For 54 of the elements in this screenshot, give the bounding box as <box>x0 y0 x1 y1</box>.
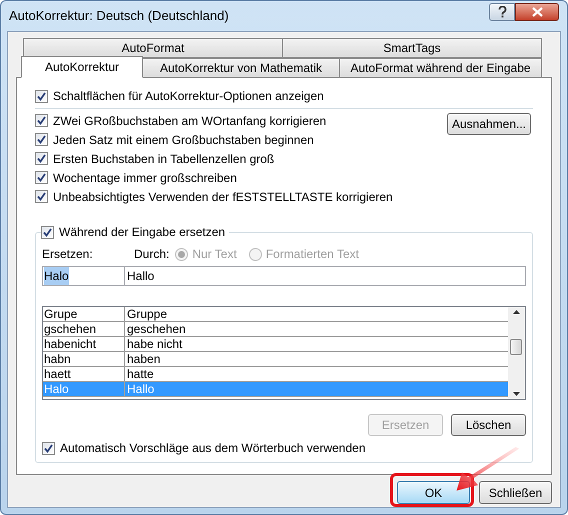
tab[interactable]: AutoFormat <box>23 38 283 58</box>
list-row[interactable]: gschehen geschehen <box>43 322 508 337</box>
checkbox[interactable] <box>35 171 48 184</box>
list-row[interactable]: habenicht habe nicht <box>43 337 508 352</box>
table-cell: haett <box>43 367 125 381</box>
table-cell-text: Gruppe <box>126 307 168 321</box>
close-dialog-button[interactable]: Schließen <box>479 481 552 504</box>
checkbox-label: ZWei GRoßbuchstaben am WOrtanfang korrigieren <box>53 112 326 130</box>
checkbox[interactable] <box>42 442 55 454</box>
list-row[interactable]: Grupe Gruppe <box>43 307 508 322</box>
ok-button[interactable]: OK <box>397 481 470 504</box>
tab[interactable]: AutoFormat während der Eingabe <box>339 58 542 78</box>
table-cell: Grupe <box>43 307 125 321</box>
checkbox[interactable] <box>35 114 48 127</box>
checkbox[interactable] <box>35 152 48 165</box>
scroll-thumb[interactable] <box>510 339 522 355</box>
window-title: AutoKorrektur: Deutsch (Deutschland) <box>9 7 229 26</box>
tab[interactable]: AutoKorrektur von Mathematik <box>142 58 340 78</box>
checkbox-label: Unbeabsichtigtes Verwenden der fESTSTELLTASTE korrigieren <box>53 188 393 206</box>
checkbox-label: Jeden Satz mit einem Großbuchstaben beginnen <box>53 132 314 148</box>
field-label: Ersetzen: <box>42 246 94 263</box>
list-row[interactable]: habn haben <box>43 352 508 367</box>
tab[interactable]: AutoKorrektur <box>21 56 143 78</box>
table-cell: Halo <box>43 382 125 396</box>
help-button[interactable] <box>489 3 515 21</box>
radio-label: Formatierten Text <box>266 246 359 263</box>
scroll-down-icon <box>513 392 520 396</box>
checkbox-label: Schaltflächen für AutoKorrektur-Optionen anzeigen <box>53 88 324 105</box>
checkbox[interactable] <box>41 226 54 238</box>
scrollbar[interactable] <box>508 307 525 399</box>
exceptions-button[interactable]: Ausnahmen... <box>447 113 531 135</box>
checkbox-label: Während der Eingabe ersetzen <box>59 224 226 241</box>
field-label: Durch: <box>134 246 170 263</box>
table-cell-text: habe nicht <box>126 337 184 351</box>
dialog-button[interactable]: Löschen <box>451 414 526 436</box>
close-icon <box>532 7 542 17</box>
tab[interactable]: SmartTags <box>282 38 542 58</box>
checkbox-label: Automatisch Vorschläge aus dem Wörterbuch verwenden <box>60 440 366 457</box>
checkbox[interactable] <box>35 90 48 102</box>
scroll-up-icon <box>513 310 520 314</box>
checkbox[interactable] <box>35 190 48 203</box>
table-cell-text: geschehen <box>126 322 187 336</box>
table-cell: habenicht <box>43 337 125 351</box>
checkbox-label: Wochentage immer großschreiben <box>53 170 237 186</box>
help-icon <box>498 6 506 18</box>
radio-label: Nur Text <box>192 246 237 263</box>
table-cell: habn <box>43 352 125 366</box>
table-cell: gschehen <box>43 322 125 336</box>
table-cell-text: hatte <box>126 367 155 381</box>
table-cell-text: Hallo <box>126 382 156 396</box>
table-cell-text: haben <box>126 352 162 366</box>
checkbox-label: Ersten Buchstaben in Tabellenzellen groß <box>53 150 274 168</box>
checkbox[interactable] <box>35 133 48 146</box>
close-button[interactable] <box>515 3 559 21</box>
